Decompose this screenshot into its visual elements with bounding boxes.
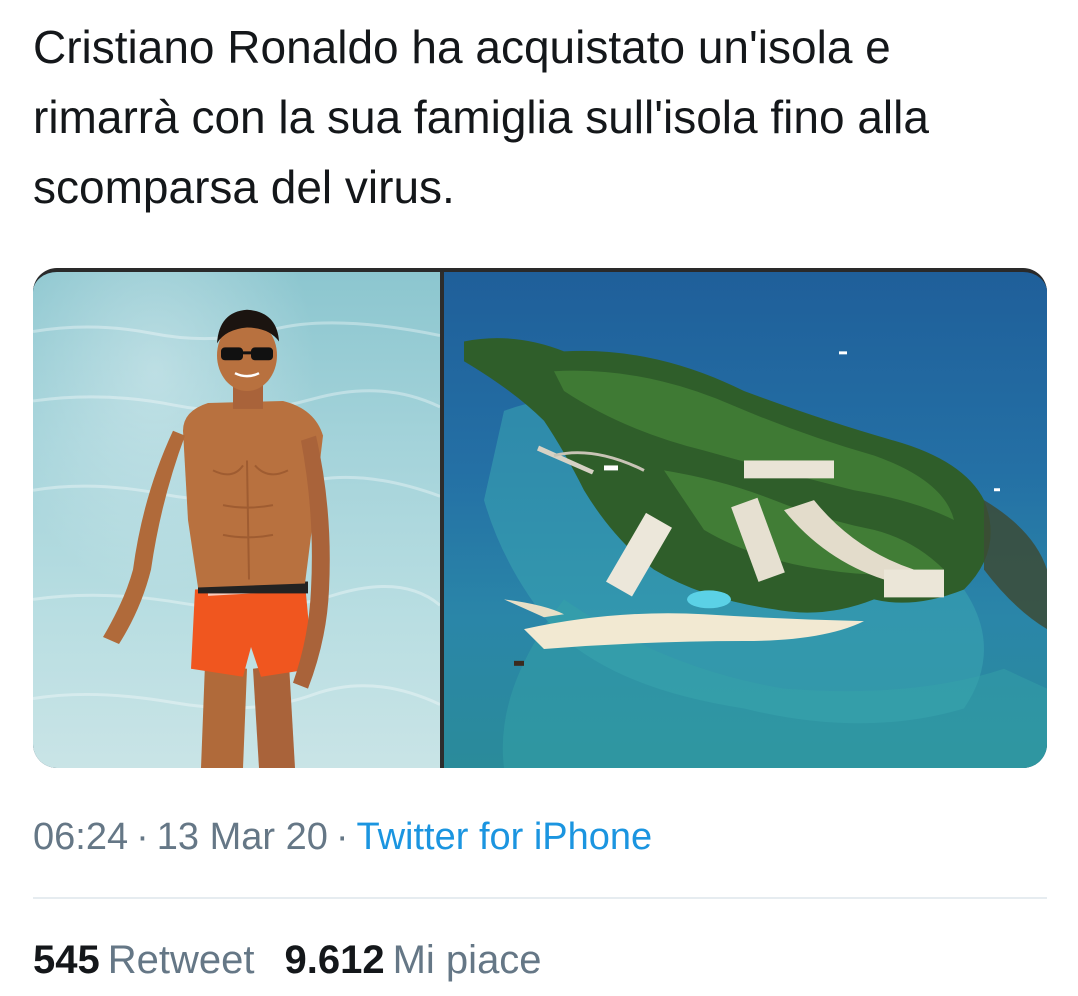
tweet-date[interactable]: 13 Mar 20 — [157, 816, 328, 858]
tweet-stats: 545 Retweet 9.612 Mi piace — [33, 930, 542, 990]
tweet-text: Cristiano Ronaldo ha acquistato un'isola… — [33, 21, 929, 213]
like-stat[interactable]: 9.612 Mi piace — [285, 938, 542, 982]
beach-man-illustration — [33, 309, 440, 768]
retweet-label: Retweet — [107, 938, 255, 982]
tweet-meta: 06:24 · 13 Mar 20 · Twitter for iPhone — [33, 808, 652, 866]
photo-man-on-beach[interactable] — [33, 272, 440, 768]
stats-divider — [33, 897, 1047, 899]
island-illustration — [464, 338, 1047, 768]
retweet-stat[interactable]: 545 Retweet — [33, 938, 255, 982]
meta-separator: · — [136, 816, 149, 858]
meta-separator: · — [335, 816, 349, 858]
tweet-time: 06:24 — [33, 816, 129, 858]
like-count: 9.612 — [284, 938, 385, 982]
photo-island-aerial[interactable] — [444, 272, 1047, 768]
tweet-media[interactable] — [33, 268, 1047, 768]
retweet-count: 545 — [33, 938, 100, 982]
like-label: Mi piace — [392, 938, 542, 982]
tweet-source-link[interactable]: Twitter for iPhone — [357, 816, 653, 858]
